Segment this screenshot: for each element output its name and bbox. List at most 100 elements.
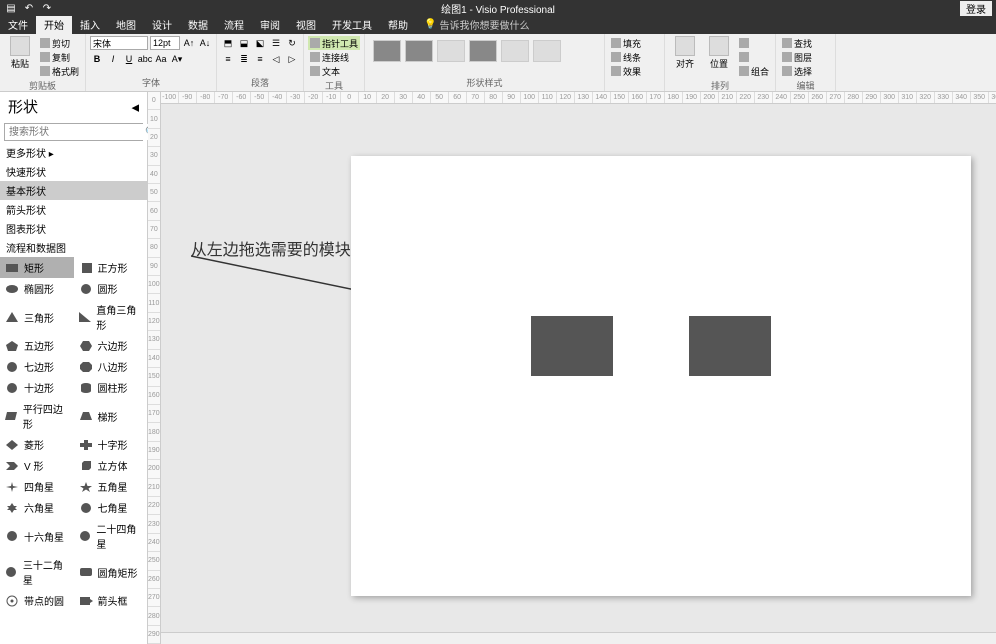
- shape-item-star24[interactable]: 二十四角星: [74, 518, 148, 554]
- shape-item-roundrect[interactable]: 圆角矩形: [74, 554, 148, 590]
- shape-item-octagon[interactable]: 八边形: [74, 356, 148, 377]
- increase-indent-button[interactable]: ▷: [285, 52, 299, 66]
- select-button[interactable]: 选择: [780, 64, 814, 78]
- layers-button[interactable]: 图层: [780, 50, 814, 64]
- shape-item-star4[interactable]: 四角星: [0, 476, 74, 497]
- group-shapes-button[interactable]: 组合: [737, 64, 771, 78]
- text-case-button[interactable]: Aa: [154, 52, 168, 66]
- shape-item-hexagon[interactable]: 六边形: [74, 335, 148, 356]
- grow-font-button[interactable]: A↑: [182, 36, 196, 50]
- send-back-button[interactable]: [737, 50, 771, 64]
- shape-item-ellipse[interactable]: 椭圆形: [0, 278, 74, 299]
- shape-item-heptagon[interactable]: 七边形: [0, 356, 74, 377]
- align-bottom-button[interactable]: ⬕: [253, 36, 267, 50]
- cat-flow[interactable]: 流程和数据图: [0, 238, 147, 257]
- shape-item-pentagon[interactable]: 五边形: [0, 335, 74, 356]
- style-swatch-3[interactable]: [437, 40, 465, 62]
- underline-button[interactable]: U: [122, 52, 136, 66]
- shape-item-rect[interactable]: 矩形: [0, 257, 74, 278]
- signin-button[interactable]: 登录: [960, 1, 992, 16]
- cat-basic[interactable]: 基本形状: [0, 181, 147, 200]
- fill-button[interactable]: 填充: [609, 36, 643, 50]
- shape-item-dotcircle[interactable]: 带点的圆: [0, 590, 74, 611]
- canvas-viewport[interactable]: 从左边拖选需要的模块至画布: [161, 104, 996, 632]
- shapes-search-input[interactable]: [5, 124, 145, 140]
- shape-item-cube[interactable]: 立方体: [74, 455, 148, 476]
- drawn-rectangle-2[interactable]: [689, 316, 771, 376]
- tab-data[interactable]: 数据: [180, 15, 216, 34]
- shape-item-circle[interactable]: 圆形: [74, 278, 148, 299]
- drawn-rectangle-1[interactable]: [531, 316, 613, 376]
- bold-button[interactable]: B: [90, 52, 104, 66]
- collapse-icon[interactable]: ◂: [131, 98, 139, 116]
- style-swatch-1[interactable]: [373, 40, 401, 62]
- shape-item-square[interactable]: 正方形: [74, 257, 148, 278]
- style-swatch-4[interactable]: [469, 40, 497, 62]
- qat-undo[interactable]: ↶: [22, 1, 36, 15]
- shape-item-triangle[interactable]: 三角形: [0, 299, 74, 335]
- italic-button[interactable]: I: [106, 52, 120, 66]
- rotate-text-button[interactable]: ↻: [285, 36, 299, 50]
- shape-item-chevron[interactable]: V 形: [0, 455, 74, 476]
- align-top-button[interactable]: ⬒: [221, 36, 235, 50]
- font-size-select[interactable]: [150, 36, 180, 50]
- find-button[interactable]: 查找: [780, 36, 814, 50]
- decrease-indent-button[interactable]: ◁: [269, 52, 283, 66]
- style-swatch-5[interactable]: [501, 40, 529, 62]
- tab-file[interactable]: 文件: [0, 15, 36, 34]
- align-middle-button[interactable]: ⬓: [237, 36, 251, 50]
- shape-item-parallel[interactable]: 平行四边形: [0, 398, 74, 434]
- paste-button[interactable]: 粘贴: [4, 36, 36, 70]
- shape-item-cylinder[interactable]: 圆柱形: [74, 377, 148, 398]
- shape-item-cross[interactable]: 十字形: [74, 434, 148, 455]
- cat-arrow[interactable]: 箭头形状: [0, 200, 147, 219]
- cat-more[interactable]: 更多形状 ▸: [0, 143, 147, 162]
- shape-item-diamond[interactable]: 菱形: [0, 434, 74, 455]
- shape-item-arrowbox[interactable]: 箭头框: [74, 590, 148, 611]
- tab-home[interactable]: 开始: [36, 15, 72, 34]
- shape-item-star32[interactable]: 三十二角星: [0, 554, 74, 590]
- tab-process[interactable]: 流程: [216, 15, 252, 34]
- shape-item-star6[interactable]: 六角星: [0, 497, 74, 518]
- shape-item-rtriangle[interactable]: 直角三角形: [74, 299, 148, 335]
- shape-item-trapezoid[interactable]: 梯形: [74, 398, 148, 434]
- style-swatch-2[interactable]: [405, 40, 433, 62]
- effects-button[interactable]: 效果: [609, 64, 643, 78]
- cut-button[interactable]: 剪切: [38, 36, 81, 50]
- connector-tool-button[interactable]: 连接线: [308, 50, 360, 64]
- format-painter-button[interactable]: 格式刷: [38, 64, 81, 78]
- tab-view[interactable]: 视图: [288, 15, 324, 34]
- position-button[interactable]: 位置: [703, 36, 735, 70]
- align-left-button[interactable]: ≡: [221, 52, 235, 66]
- align-right-button[interactable]: ≡: [253, 52, 267, 66]
- tab-review[interactable]: 审阅: [252, 15, 288, 34]
- shrink-font-button[interactable]: A↓: [198, 36, 212, 50]
- bring-front-button[interactable]: [737, 36, 771, 50]
- tell-me-search[interactable]: 💡 告诉我你想要做什么: [416, 15, 537, 34]
- font-color-button[interactable]: A▾: [170, 52, 184, 66]
- tab-help[interactable]: 帮助: [380, 15, 416, 34]
- font-family-select[interactable]: [90, 36, 148, 50]
- cat-chart[interactable]: 图表形状: [0, 219, 147, 238]
- line-button[interactable]: 线条: [609, 50, 643, 64]
- tab-design[interactable]: 设计: [144, 15, 180, 34]
- shape-item-star5[interactable]: 五角星: [74, 476, 148, 497]
- pointer-tool-button[interactable]: 指针工具: [308, 36, 360, 50]
- cat-quick[interactable]: 快速形状: [0, 162, 147, 181]
- shape-item-star7[interactable]: 七角星: [74, 497, 148, 518]
- strike-button[interactable]: abc: [138, 52, 152, 66]
- copy-button[interactable]: 复制: [38, 50, 81, 64]
- align-button[interactable]: 对齐: [669, 36, 701, 70]
- shape-item-decagon[interactable]: 十边形: [0, 377, 74, 398]
- shape-style-gallery[interactable]: [369, 36, 565, 66]
- tab-dev[interactable]: 开发工具: [324, 15, 380, 34]
- text-tool-button[interactable]: 文本: [308, 64, 360, 78]
- tab-draw[interactable]: 地图: [108, 15, 144, 34]
- drawing-page[interactable]: [351, 156, 971, 596]
- style-swatch-6[interactable]: [533, 40, 561, 62]
- tab-insert[interactable]: 插入: [72, 15, 108, 34]
- horizontal-scrollbar[interactable]: [161, 632, 996, 644]
- align-center-button[interactable]: ≣: [237, 52, 251, 66]
- shape-item-star16[interactable]: 十六角星: [0, 518, 74, 554]
- bullets-button[interactable]: ☰: [269, 36, 283, 50]
